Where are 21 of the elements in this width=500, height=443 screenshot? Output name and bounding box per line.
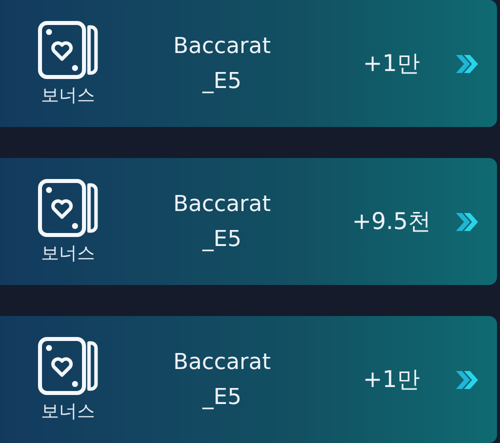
reward-card[interactable]: 보너스 Baccarat _E5 +9.5천	[0, 158, 497, 285]
bonus-label: 보너스	[41, 242, 95, 264]
game-code: _E5	[202, 384, 242, 410]
heart-card-icon	[38, 178, 98, 236]
bonus-label: 보너스	[41, 84, 95, 106]
bonus-label: 보너스	[41, 400, 95, 422]
double-chevron-icon	[455, 368, 479, 390]
reward-card[interactable]: 보너스 Baccarat _E5 +1만	[0, 0, 497, 127]
game-code: _E5	[202, 68, 242, 94]
reward-amount: +1만	[362, 50, 421, 79]
reward-amount: +1만	[362, 366, 421, 395]
reward-amount: +9.5천	[351, 208, 432, 237]
double-chevron-icon	[455, 52, 479, 74]
game-name: Baccarat	[173, 34, 271, 58]
double-chevron-icon	[455, 210, 479, 232]
reward-card[interactable]: 보너스 Baccarat _E5 +1만	[0, 316, 497, 443]
heart-card-icon	[38, 20, 98, 78]
game-name: Baccarat	[173, 350, 271, 374]
heart-card-icon	[38, 336, 98, 394]
game-code: _E5	[202, 226, 242, 252]
game-name: Baccarat	[173, 192, 271, 216]
